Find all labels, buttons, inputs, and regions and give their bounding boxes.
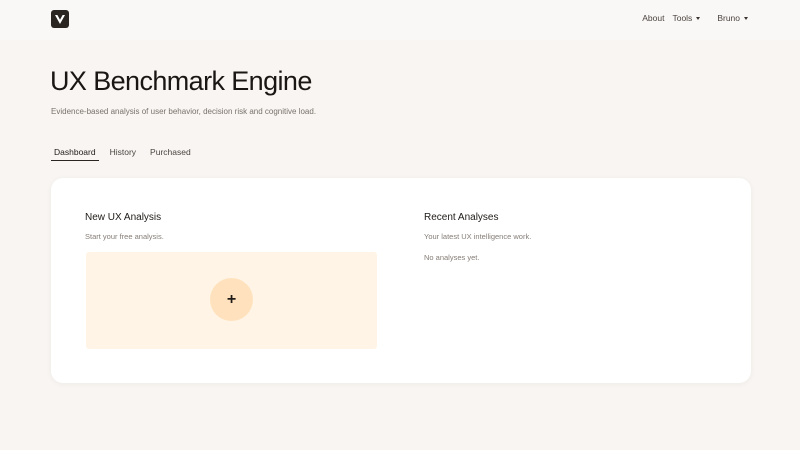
tab-history[interactable]: History: [107, 147, 139, 161]
top-nav-menu: About Tools Bruno: [642, 13, 748, 23]
caret-down-icon: [696, 16, 701, 20]
new-analysis-subtitle: Start your free analysis.: [85, 232, 164, 241]
logo-icon[interactable]: [51, 10, 69, 28]
user-menu-dropdown[interactable]: Bruno: [717, 13, 748, 23]
nav-tools-dropdown[interactable]: Tools: [672, 13, 701, 23]
nav-tools-label: Tools: [672, 13, 693, 23]
tab-purchased[interactable]: Purchased: [147, 147, 194, 161]
page-title: UX Benchmark Engine: [50, 66, 312, 96]
nav-about-link[interactable]: About: [642, 13, 664, 23]
nav-about-label: About: [642, 13, 665, 23]
recent-analyses-subtitle: Your latest UX intelligence work.: [424, 232, 532, 241]
plus-icon: +: [226, 290, 237, 308]
tab-bar: Dashboard History Purchased: [51, 147, 202, 161]
new-analysis-title: New UX Analysis: [85, 212, 162, 223]
dashboard-card: New UX Analysis Start your free analysis…: [51, 178, 751, 383]
empty-state-text: No analyses yet.: [424, 253, 480, 262]
tab-dashboard[interactable]: Dashboard: [51, 147, 99, 161]
caret-down-icon: [744, 16, 748, 20]
user-name-label: Bruno: [717, 13, 740, 23]
top-navigation-bar: About Tools Bruno: [0, 0, 800, 40]
new-analysis-dropzone[interactable]: +: [86, 252, 377, 349]
page-subtitle: Evidence-based analysis of user behavior…: [51, 107, 317, 116]
recent-analyses-title: Recent Analyses: [424, 212, 499, 223]
add-analysis-button[interactable]: +: [210, 278, 253, 321]
